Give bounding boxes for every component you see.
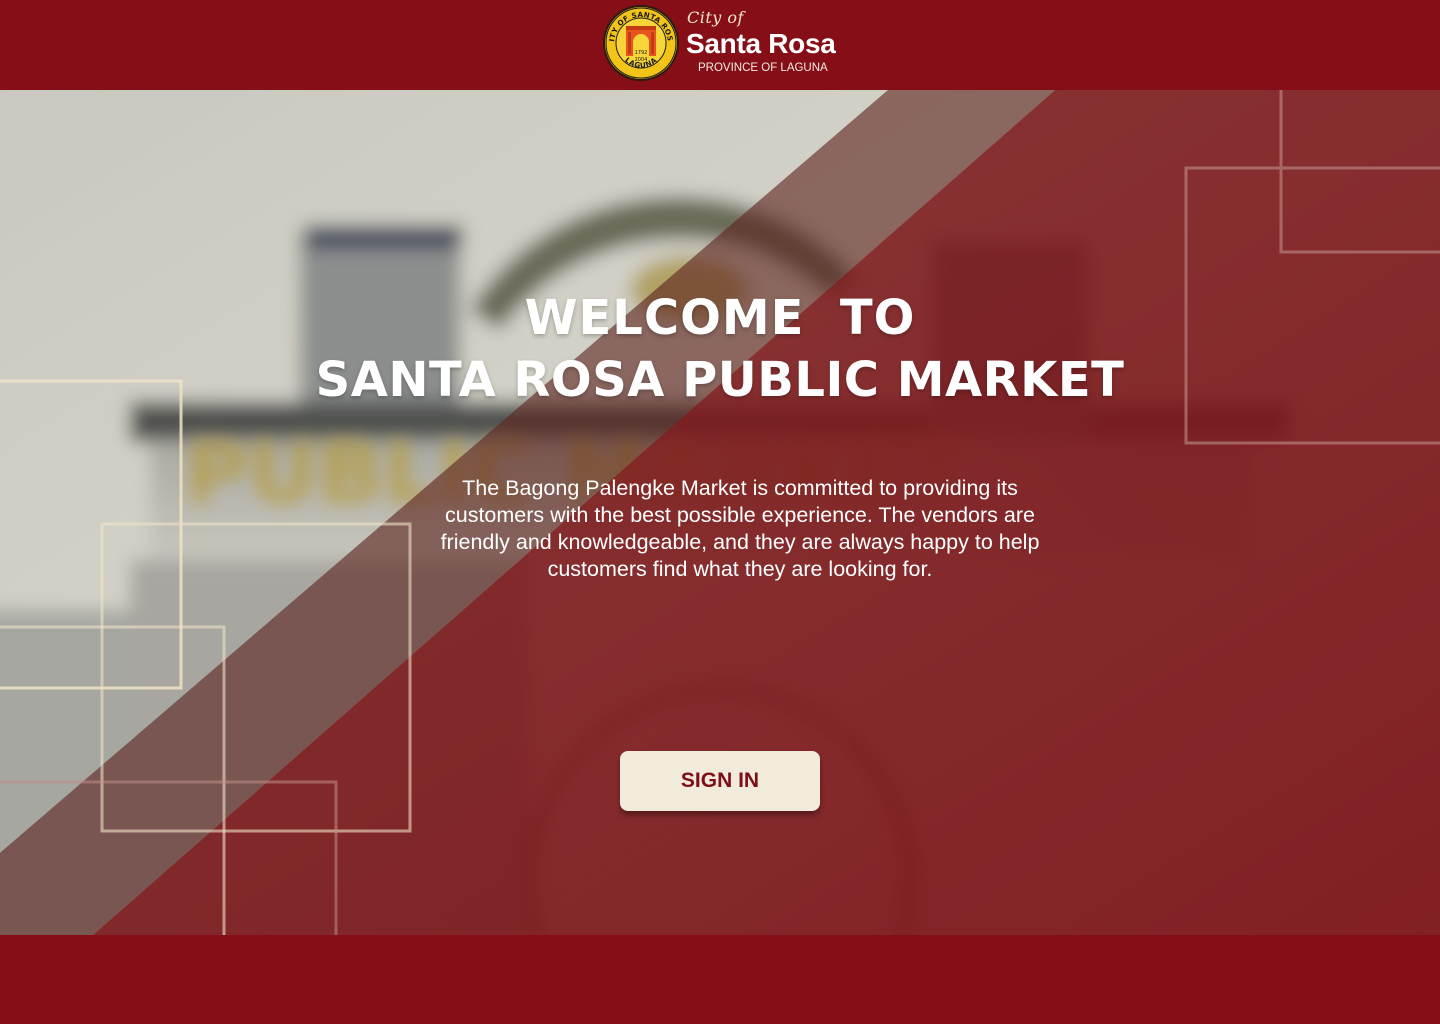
province-label: PROVINCE OF LAGUNA xyxy=(698,62,828,74)
seal-year-top: 1792 xyxy=(635,50,648,56)
hero-description: The Bagong Palengke Market is committed … xyxy=(440,476,1040,581)
hero-section: PUBLIC MARKET WELCOME TO SANTA ROSA PUBL… xyxy=(0,90,1440,935)
footer-bar xyxy=(0,935,1440,1024)
hero-title-line2: SANTA ROSA PUBLIC MARKET xyxy=(315,352,1125,408)
top-bar: 1792 2004 CITY OF SANTA ROSA LAGUNA City… xyxy=(0,0,1440,90)
city-name: Santa Rosa xyxy=(686,28,836,59)
city-seal-icon: 1792 2004 CITY OF SANTA ROSA LAGUNA xyxy=(602,4,679,81)
city-prefix: City of xyxy=(687,8,744,27)
city-logo[interactable]: 1792 2004 CITY OF SANTA ROSA LAGUNA City… xyxy=(602,4,852,84)
hero-title-line1: WELCOME TO xyxy=(524,290,916,346)
sign-in-button[interactable]: SIGN IN xyxy=(620,751,820,811)
